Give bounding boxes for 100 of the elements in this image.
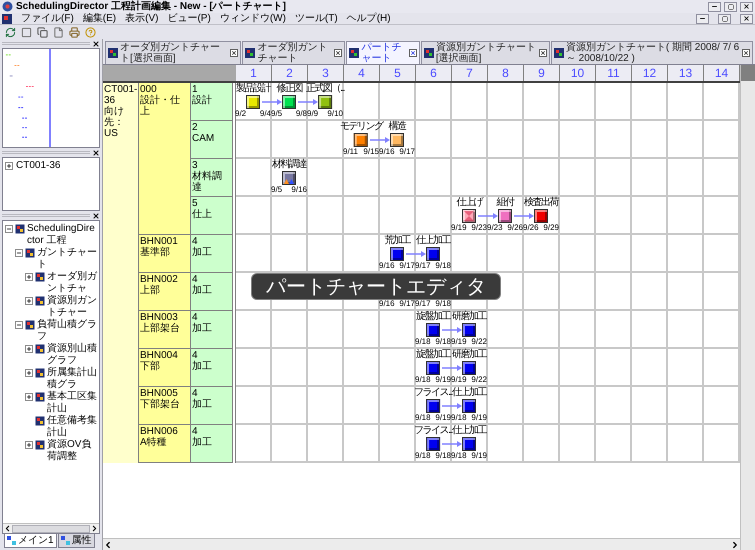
expand-icon[interactable] bbox=[25, 345, 33, 353]
tree-item[interactable]: 資源別山積グラフ bbox=[47, 343, 97, 367]
connector-arrow bbox=[262, 99, 282, 105]
close-button[interactable] bbox=[92, 212, 100, 220]
menu-item[interactable]: ツール(T) bbox=[294, 13, 338, 24]
process-number: 4 bbox=[192, 388, 198, 399]
toolbar-button[interactable] bbox=[4, 26, 16, 38]
tree-item[interactable]: 資源OV負荷調整 bbox=[47, 439, 97, 463]
close-icon[interactable] bbox=[538, 49, 547, 57]
collapse-icon[interactable] bbox=[15, 249, 23, 257]
toolbar-button[interactable] bbox=[52, 26, 64, 38]
overview-map-drawing[interactable] bbox=[3, 49, 51, 147]
expand-icon[interactable] bbox=[5, 162, 13, 170]
collapse-icon[interactable] bbox=[5, 225, 13, 233]
day-header: 6 bbox=[416, 65, 452, 81]
end-date: 9/23 bbox=[471, 223, 487, 232]
menu-item[interactable]: ファイル(F) bbox=[21, 13, 74, 24]
document-tab[interactable]: 資源別ガントチャート( 期間 2008/ 7/ 6 ～ 2008/10/22 ) bbox=[550, 41, 753, 64]
close-button[interactable] bbox=[740, 14, 753, 24]
expand-icon[interactable] bbox=[25, 273, 33, 281]
connector-arrow bbox=[370, 137, 390, 143]
part-code: BHN006 bbox=[140, 426, 179, 437]
expand-icon[interactable] bbox=[25, 369, 33, 377]
part-name: 基準部 bbox=[140, 247, 171, 258]
tree-item[interactable]: 基本工区集計山 bbox=[47, 391, 97, 415]
tree-item[interactable]: 任意備考集計山 bbox=[47, 415, 97, 439]
tree-item[interactable]: オーダ別ガントチャ bbox=[47, 271, 97, 295]
vertical-scrollbar[interactable] bbox=[740, 65, 755, 550]
task-block[interactable] bbox=[354, 133, 368, 147]
expand-icon[interactable] bbox=[25, 393, 33, 401]
close-button[interactable] bbox=[92, 40, 100, 48]
panel-tab[interactable]: 属性 bbox=[58, 534, 95, 548]
minimize-button[interactable] bbox=[696, 14, 709, 24]
menu-item[interactable]: 表示(V) bbox=[125, 13, 158, 24]
task-block[interactable] bbox=[462, 209, 476, 223]
task-block[interactable] bbox=[282, 95, 296, 109]
chart-icon bbox=[25, 248, 35, 258]
horizontal-scrollbar[interactable] bbox=[103, 538, 740, 550]
end-date: 9/15 bbox=[363, 147, 379, 156]
process-number: 4 bbox=[192, 350, 198, 361]
menu-item[interactable]: ビュー(P) bbox=[167, 13, 211, 24]
page-icon bbox=[52, 26, 64, 38]
task-block[interactable] bbox=[390, 133, 404, 147]
start-date: 9/11 bbox=[343, 147, 358, 156]
close-button[interactable] bbox=[740, 2, 753, 12]
task-block[interactable] bbox=[246, 95, 260, 109]
end-date: 9/19 bbox=[435, 413, 451, 422]
end-date: 9/18 bbox=[435, 299, 451, 308]
horizontal-scrollbar[interactable] bbox=[3, 523, 99, 533]
toolbar-button[interactable] bbox=[20, 26, 32, 38]
task-block[interactable] bbox=[282, 171, 296, 185]
end-date: 9/16 bbox=[291, 185, 307, 194]
document-tab[interactable]: 資源別ガントチャート[選択画面] bbox=[420, 41, 550, 64]
end-date: 9/17 bbox=[399, 261, 415, 270]
tree-item[interactable]: ガントチャート bbox=[37, 247, 97, 271]
tree-item[interactable]: 資源別ガントチャー bbox=[47, 295, 97, 319]
connector-arrow bbox=[406, 251, 426, 257]
minimize-button[interactable] bbox=[708, 2, 721, 12]
close-button[interactable] bbox=[92, 148, 100, 156]
process-name: 加工 bbox=[192, 399, 213, 410]
tree-item[interactable]: SchedulingDirector 工程 bbox=[27, 223, 97, 247]
task-block[interactable] bbox=[498, 209, 512, 223]
connector-arrow bbox=[298, 99, 318, 105]
close-icon[interactable] bbox=[230, 49, 238, 57]
toolbar-button[interactable] bbox=[68, 26, 80, 38]
menu-item[interactable]: ウィンドウ(W) bbox=[220, 13, 286, 24]
end-date: 9/18 bbox=[435, 261, 451, 270]
collapse-icon[interactable] bbox=[15, 321, 23, 329]
close-icon[interactable] bbox=[742, 49, 750, 57]
close-icon[interactable] bbox=[334, 49, 342, 57]
task-label: 研磨加工 bbox=[452, 311, 486, 323]
task-label: フライス... bbox=[414, 387, 452, 399]
task-block[interactable] bbox=[534, 209, 548, 223]
chart-icon bbox=[15, 224, 25, 234]
end-date: 9/17 bbox=[399, 147, 415, 156]
part-code: 000 bbox=[140, 84, 157, 95]
tree-item[interactable]: 所属集計山積グラ bbox=[47, 367, 97, 391]
restore-button[interactable] bbox=[724, 2, 737, 12]
tree-item[interactable]: 負荷山積グラフ bbox=[37, 319, 97, 343]
toolbar-button[interactable] bbox=[36, 26, 48, 38]
end-date: 9/8 bbox=[296, 109, 307, 118]
task-block[interactable] bbox=[318, 95, 332, 109]
day-header: 13 bbox=[668, 65, 704, 81]
panel-tab[interactable]: メイン1 bbox=[4, 534, 57, 548]
start-date: 9/9 bbox=[307, 109, 318, 118]
document-tab[interactable]: オーダ別ガントチャート bbox=[242, 41, 346, 64]
restore-button[interactable] bbox=[718, 14, 731, 24]
document-tab[interactable]: パートチャート bbox=[346, 41, 420, 64]
process-name: 仕上 bbox=[192, 209, 213, 220]
expand-icon[interactable] bbox=[25, 441, 33, 449]
expand-icon[interactable] bbox=[25, 297, 33, 305]
part-code: BHN004 bbox=[140, 350, 179, 361]
menu-item[interactable]: ヘルプ(H) bbox=[346, 13, 391, 24]
document-tab[interactable]: オーダ別ガントチャート[選択画面] bbox=[105, 41, 242, 64]
close-icon[interactable] bbox=[408, 49, 417, 57]
part-name: 下部架台 bbox=[140, 399, 181, 410]
menu-item[interactable]: 編集(E) bbox=[82, 13, 116, 24]
start-date: 9/18 bbox=[415, 413, 431, 422]
tree-item[interactable]: CT001-36 bbox=[16, 160, 60, 172]
day-header: 2 bbox=[272, 65, 308, 81]
